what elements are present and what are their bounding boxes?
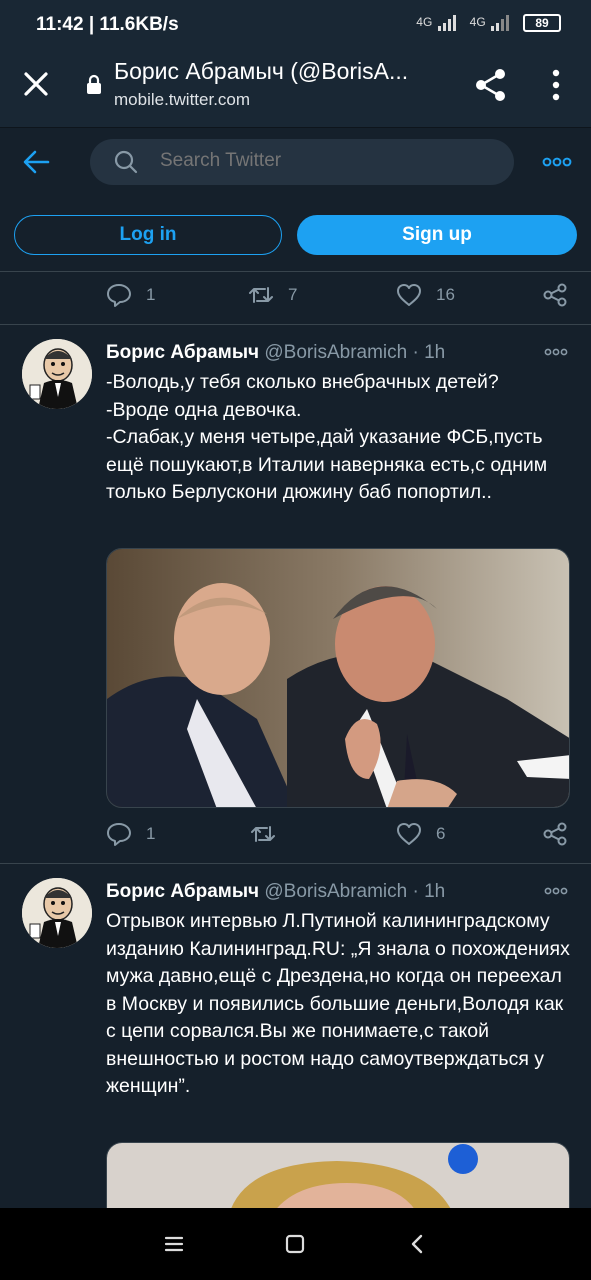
status-time: 11:42 | 11.6KB/s — [36, 14, 179, 35]
like-button[interactable]: 6 — [396, 821, 445, 847]
status-icons: 4G 4G 89 — [416, 14, 561, 32]
overflow-menu-icon[interactable] — [546, 68, 566, 102]
browser-toolbar: Борис Абрамыч (@BorisA... mobile.twitter… — [0, 52, 591, 128]
reply-count: 1 — [146, 824, 156, 843]
tweet-time[interactable]: · 1h — [412, 342, 445, 363]
reply-count: 1 — [146, 285, 156, 304]
twitter-header: Log in Sign up — [0, 128, 591, 272]
tweet-header: Борис Абрамыч @BorisAbramich · 1h — [106, 342, 445, 364]
back-arrow-icon[interactable] — [22, 148, 50, 176]
tweet-text: -Володь,у тебя сколько внебрачных детей?… — [106, 371, 548, 503]
tweet[interactable]: Борис Абрамыч @BorisAbramich · 1h -Волод… — [0, 325, 591, 863]
like-button[interactable]: 16 — [396, 282, 455, 308]
heart-icon — [397, 284, 421, 306]
retweet-icon — [249, 287, 273, 303]
author-handle[interactable]: @BorisAbramich — [264, 881, 407, 902]
signal-label: 4G — [416, 15, 433, 30]
reply-icon — [107, 284, 131, 307]
login-button[interactable]: Log in — [14, 215, 282, 255]
like-count: 6 — [436, 824, 446, 843]
tweet-time[interactable]: · 1h — [412, 881, 445, 902]
reply-button[interactable]: 1 — [106, 282, 155, 308]
home-icon[interactable] — [283, 1232, 307, 1256]
author-name[interactable]: Борис Абрамыч — [106, 881, 259, 902]
tweet-more-icon[interactable] — [544, 887, 568, 895]
close-icon[interactable] — [20, 68, 52, 100]
share-icon — [543, 822, 567, 846]
retweet-icon — [251, 826, 275, 842]
share-icon — [543, 283, 567, 307]
heart-icon — [397, 823, 421, 845]
avatar[interactable] — [22, 339, 92, 409]
previous-tweet-actions: 1 7 16 — [106, 282, 576, 312]
reply-icon — [107, 823, 131, 846]
retweet-button[interactable]: 7 — [248, 282, 297, 308]
reply-button[interactable]: 1 — [106, 821, 155, 847]
search-icon — [114, 150, 138, 174]
battery-icon: 89 — [523, 14, 561, 32]
page-url[interactable]: mobile.twitter.com — [114, 90, 250, 110]
author-handle[interactable]: @BorisAbramich — [264, 342, 407, 363]
signal-icon: 4G — [470, 15, 511, 31]
tweet-photo[interactable] — [106, 548, 570, 808]
caricature-avatar-image — [22, 339, 92, 409]
like-count: 16 — [436, 285, 455, 304]
more-icon[interactable] — [542, 152, 572, 172]
retweet-count: 7 — [288, 285, 298, 304]
tweet[interactable]: Борис Абрамыч @BorisAbramich · 1h Отрыво… — [0, 864, 591, 1222]
share-tweet-button[interactable] — [542, 282, 568, 308]
lock-icon — [87, 74, 101, 94]
tweet-text: Отрывок интервью Л.Путиной калининградск… — [106, 910, 576, 1097]
signal-icon: 4G — [416, 15, 457, 31]
signal-label: 4G — [469, 15, 486, 30]
photo-two-men-image — [107, 549, 569, 807]
retweet-button[interactable] — [250, 821, 290, 847]
share-tweet-button[interactable] — [542, 821, 568, 847]
system-nav-bar — [0, 1208, 591, 1280]
tweet-more-icon[interactable] — [544, 348, 568, 356]
status-bar: 11:42 | 11.6KB/s 4G 4G 89 — [0, 0, 591, 52]
tweet-header: Борис Абрамыч @BorisAbramich · 1h — [106, 881, 445, 903]
tweet-actions: 1 6 — [106, 821, 576, 851]
search-input[interactable] — [160, 150, 490, 172]
avatar[interactable] — [22, 878, 92, 948]
signup-button[interactable]: Sign up — [297, 215, 577, 255]
share-icon[interactable] — [472, 66, 510, 104]
page-title: Борис Абрамыч (@BorisA... — [114, 58, 409, 84]
search-box[interactable] — [90, 139, 514, 185]
caricature-avatar-image — [22, 878, 92, 948]
author-name[interactable]: Борис Абрамыч — [106, 342, 259, 363]
back-icon[interactable] — [406, 1232, 430, 1256]
recent-apps-icon[interactable] — [162, 1232, 186, 1256]
